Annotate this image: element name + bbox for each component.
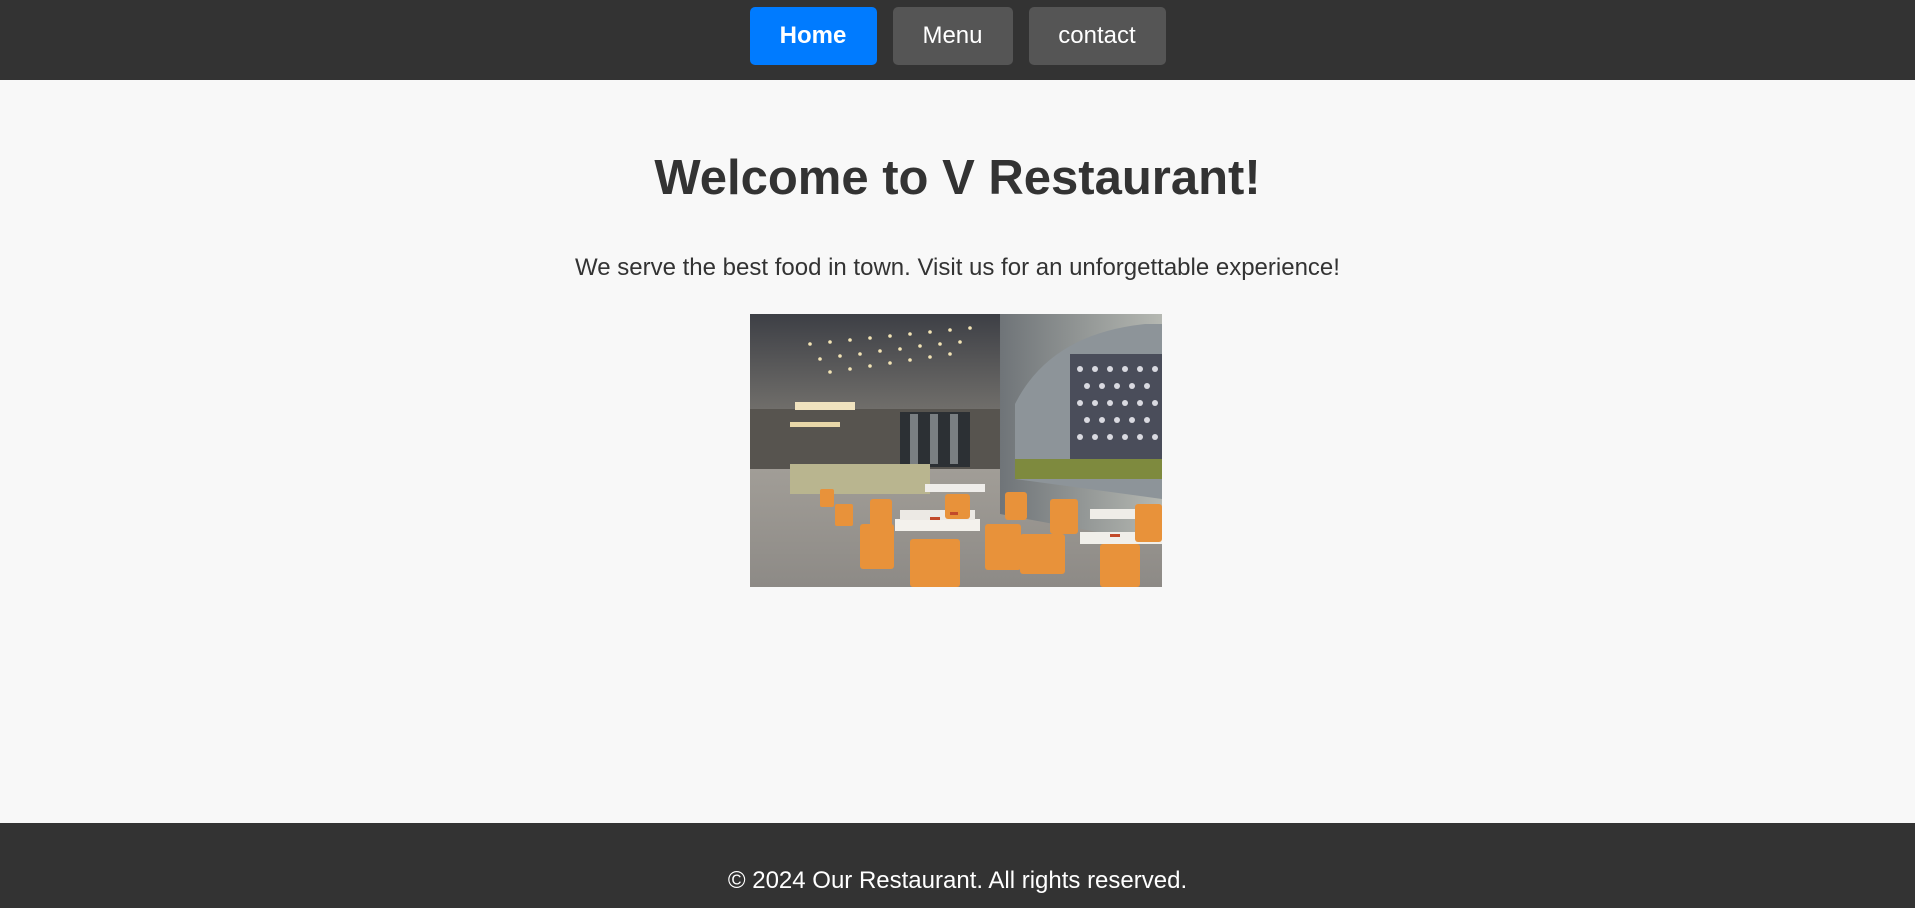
nav-home-button[interactable]: Home: [749, 7, 877, 65]
tagline-text: We serve the best food in town. Visit us…: [575, 254, 1340, 281]
copyright-text: © 2024 Our Restaurant. All rights reserv…: [727, 867, 1188, 894]
restaurant-interior-image: [750, 314, 1162, 587]
top-navigation-bar: Home Menu contact: [0, 0, 1915, 80]
footer: © 2024 Our Restaurant. All rights reserv…: [0, 823, 1915, 908]
page-title: Welcome to V Restaurant!: [654, 151, 1261, 205]
nav-menu-button[interactable]: Menu: [892, 7, 1013, 65]
nav-contact-button[interactable]: contact: [1028, 7, 1166, 65]
page: Home Menu contact Welcome to V Restauran…: [0, 0, 1915, 908]
main-content: Welcome to V Restaurant! We serve the be…: [0, 80, 1915, 823]
